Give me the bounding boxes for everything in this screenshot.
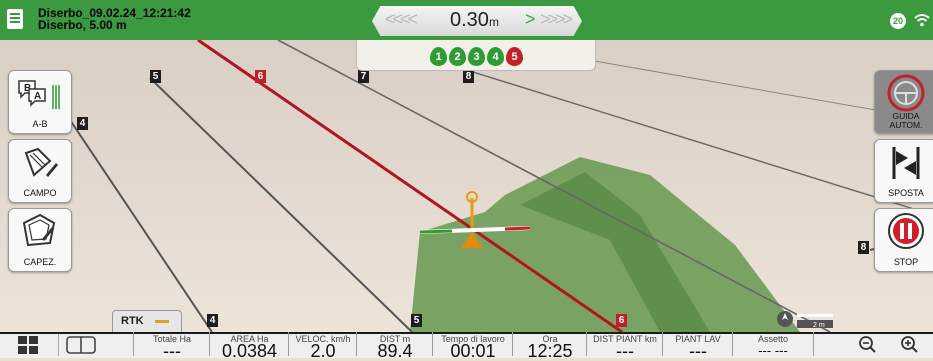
auto-steer-label: GUIDA AUTOM.: [889, 111, 923, 130]
stat-plants-worked[interactable]: PIANT LAV ---: [662, 332, 733, 360]
rtk-label: RTK: [121, 315, 144, 327]
headland-label: CAPEZ.: [23, 257, 57, 267]
scale-label: 2 m: [813, 322, 825, 329]
right-arrows-icon: >>>>: [540, 9, 573, 29]
rtk-tab[interactable]: RTK: [112, 310, 182, 333]
pause-icon: [888, 213, 924, 249]
line-marker-5-bottom: 5: [411, 314, 422, 327]
ab-line-label: A-B: [32, 119, 48, 129]
zoom-out-button[interactable]: [848, 334, 888, 356]
scale-indicator: 2 m: [777, 311, 833, 329]
section-2-indicator[interactable]: 2: [449, 47, 466, 66]
stat-attitude[interactable]: Assetto --- ---: [732, 332, 814, 358]
section-4-indicator[interactable]: 4: [487, 47, 504, 66]
satellite-icon[interactable]: 20: [890, 13, 906, 29]
layout-grid-button[interactable]: [8, 334, 48, 356]
line-marker-4-bottom: 4: [207, 314, 218, 327]
stat-distance[interactable]: DIST m 89.4: [356, 332, 433, 360]
shift-line-icon: [892, 147, 920, 179]
section-1-indicator[interactable]: 1: [430, 47, 447, 66]
section-3-indicator[interactable]: 3: [468, 47, 485, 66]
line-marker-6-top: 6: [255, 70, 266, 83]
zoom-in-button[interactable]: [890, 334, 930, 356]
cross-track-value: 0.30m: [450, 9, 499, 32]
document-icon[interactable]: [6, 8, 24, 30]
stat-plant-distance[interactable]: DIST PIANT km ---: [586, 332, 663, 360]
field-button[interactable]: CAMPO: [8, 139, 72, 203]
field-view[interactable]: [0, 40, 933, 332]
line-marker-8-top: 8: [463, 70, 474, 83]
line-marker-5-top: 5: [150, 70, 161, 83]
job-subtitle: Diserbo, 5.00 m: [38, 18, 127, 32]
auto-steer-button[interactable]: GUIDA AUTOM.: [874, 70, 933, 134]
svg-text:A: A: [34, 91, 41, 102]
line-marker-4-left: 4: [77, 117, 88, 130]
left-arrows-icon: <<<<: [385, 9, 418, 29]
line-marker-7-top: 7: [358, 70, 369, 83]
stat-area-ha[interactable]: AREA Ha 0.0384: [209, 332, 289, 360]
zoom-in-icon: [901, 336, 918, 353]
green-arrow-icon: >: [525, 9, 536, 29]
grid-icon: [18, 336, 38, 354]
line-marker-6-bottom: 6: [616, 314, 627, 327]
stat-work-time[interactable]: Tempo di lavoro 00:01: [432, 332, 513, 360]
headland-icon: [22, 213, 56, 247]
field-edit-icon: [24, 147, 58, 177]
shift-button[interactable]: SPOSTA: [874, 139, 933, 203]
stat-clock[interactable]: Ora 12:25: [512, 332, 587, 360]
steering-wheel-icon: [887, 74, 925, 112]
headland-button[interactable]: CAPEZ.: [8, 208, 72, 272]
section-5-indicator[interactable]: 5: [506, 47, 523, 66]
offset-unit: m: [488, 15, 499, 29]
stat-total-ha[interactable]: Totale Ha ---: [133, 332, 210, 360]
shift-label: SPOSTA: [888, 188, 924, 198]
zoom-out-icon: [859, 336, 876, 353]
stop-label: STOP: [893, 257, 919, 267]
split-view-icon: [66, 336, 96, 354]
stat-speed[interactable]: VELOC. km/h 2.0: [288, 332, 357, 360]
stop-button[interactable]: STOP: [874, 208, 933, 272]
offset-number: 0.30: [450, 9, 489, 31]
ab-line-button[interactable]: B A A-B: [8, 70, 72, 134]
wifi-icon[interactable]: [914, 12, 930, 28]
rtk-signal-icon: [155, 320, 169, 323]
line-marker-8-right: 8: [858, 241, 869, 254]
field-label: CAMPO: [23, 188, 57, 198]
ab-line-icon: B A: [18, 80, 60, 109]
split-view-button[interactable]: [58, 334, 103, 356]
